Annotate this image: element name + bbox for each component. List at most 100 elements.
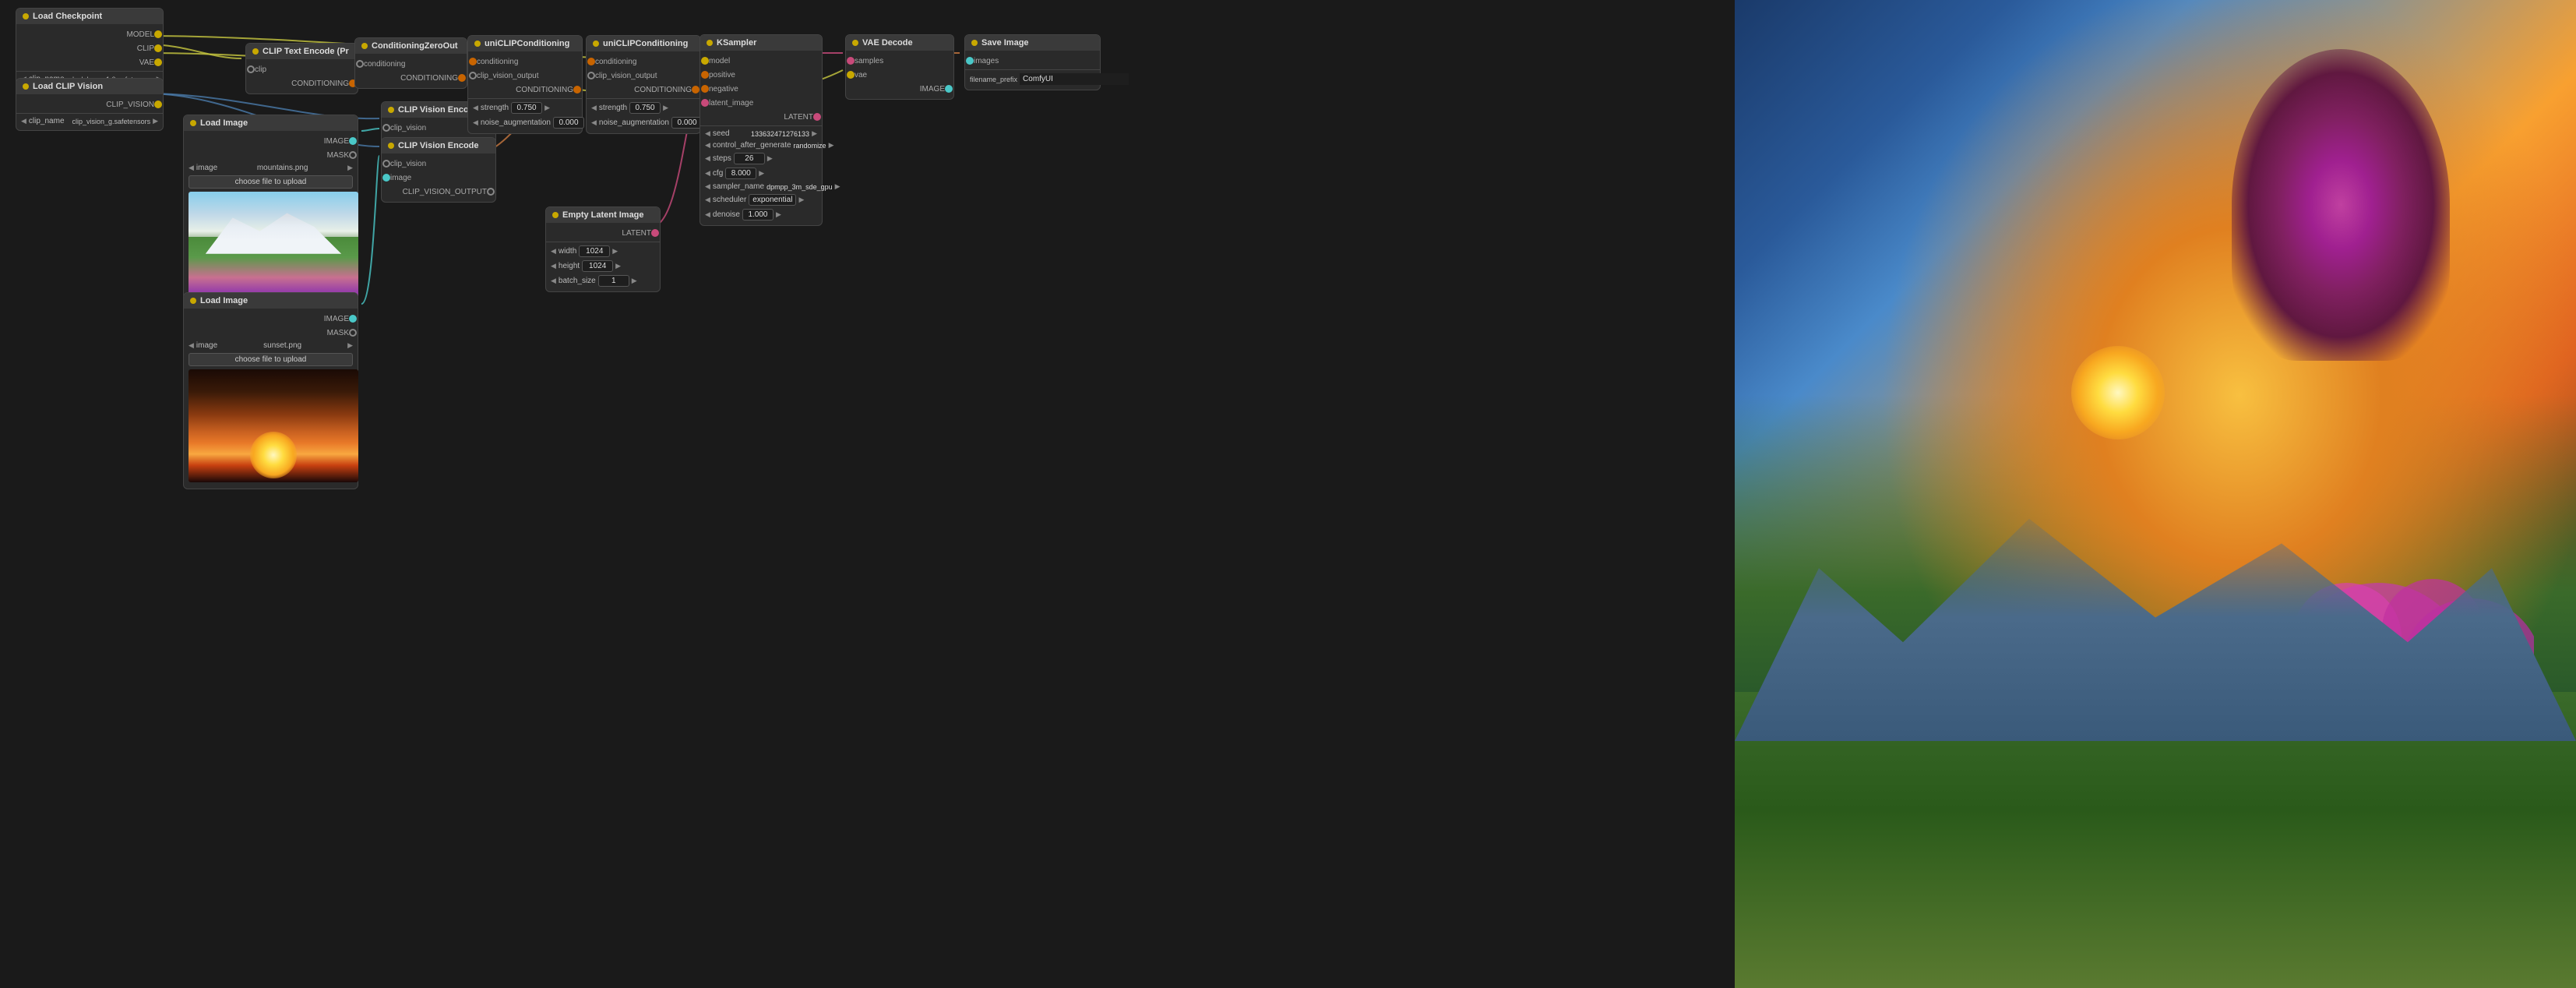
width-left[interactable]: ◀: [551, 247, 556, 256]
cv-left-arrow[interactable]: ◀: [21, 117, 26, 125]
img-s-left-arrow[interactable]: ◀: [189, 341, 194, 350]
node-dot: [707, 40, 713, 46]
filename-prefix-input[interactable]: [1020, 73, 1129, 85]
clip-connector[interactable]: [154, 44, 162, 52]
cve2-clip-connector[interactable]: [382, 160, 390, 168]
batch-value: 1: [598, 275, 629, 287]
ks-latent-connector[interactable]: [701, 99, 709, 107]
width-right[interactable]: ▶: [612, 247, 618, 256]
vd-vae-connector[interactable]: [847, 71, 855, 79]
ks-sampler-row: ◀ sampler_name dpmpp_3m_sde_gpu ▶: [700, 181, 822, 192]
sampler-right[interactable]: ▶: [835, 182, 840, 191]
cve2-output-connector[interactable]: [487, 188, 495, 196]
img-m-output-row: IMAGE: [184, 134, 358, 148]
latent-output-connector[interactable]: [651, 229, 659, 237]
czo-output-connector[interactable]: [458, 74, 466, 82]
denoise-right[interactable]: ▶: [776, 210, 781, 219]
node-dot: [23, 13, 29, 19]
ks-output-connector[interactable]: [813, 113, 821, 121]
vae-connector[interactable]: [154, 58, 162, 66]
uc1-strength-right[interactable]: ▶: [544, 104, 550, 112]
clip-input-connector[interactable]: [247, 65, 255, 73]
uc2-output-connector[interactable]: [692, 86, 700, 94]
sampler-left[interactable]: ◀: [705, 182, 710, 191]
sched-right[interactable]: ▶: [798, 196, 804, 204]
clip-vision-connector[interactable]: [154, 101, 162, 108]
vae-decode-title: VAE Decode: [862, 38, 913, 48]
czo-output-row: CONDITIONING: [355, 71, 467, 85]
img-s-filename: sunset.png: [220, 341, 345, 350]
denoise-label: denoise: [713, 210, 740, 219]
uc1-strength-value: 0.750: [511, 102, 542, 114]
mask-s-label: MASK: [189, 329, 349, 337]
node-dot: [474, 41, 481, 47]
uc1-noise-left[interactable]: ◀: [473, 118, 478, 127]
seed-right[interactable]: ▶: [812, 129, 817, 138]
uc2-noise-left[interactable]: ◀: [591, 118, 597, 127]
clip-label: CLIP: [21, 44, 154, 53]
cve1-clip-connector[interactable]: [382, 124, 390, 132]
uniclip-2-header: uniCLIPConditioning: [587, 36, 700, 51]
choose-file-sunset-btn[interactable]: choose file to upload: [189, 353, 353, 366]
ks-positive-connector[interactable]: [701, 71, 709, 79]
steps-right[interactable]: ▶: [767, 154, 773, 163]
seed-left[interactable]: ◀: [705, 129, 710, 138]
img-m-right-arrow[interactable]: ▶: [347, 164, 353, 172]
uc2-strength-right[interactable]: ▶: [663, 104, 668, 112]
vd-output-connector[interactable]: [945, 85, 953, 93]
height-left[interactable]: ◀: [551, 262, 556, 270]
uc1-cvo-connector[interactable]: [469, 72, 477, 79]
cfg-left[interactable]: ◀: [705, 169, 710, 178]
img-s-connector[interactable]: [349, 315, 357, 323]
batch-left[interactable]: ◀: [551, 277, 556, 285]
ctrl-label: control_after_generate: [713, 141, 791, 150]
img-m-connector[interactable]: [349, 137, 357, 145]
height-right[interactable]: ▶: [615, 262, 621, 270]
model-connector[interactable]: [154, 30, 162, 38]
seed-value: 133632471276133: [732, 130, 809, 138]
mask-m-connector[interactable]: [349, 151, 357, 159]
sched-left[interactable]: ◀: [705, 196, 710, 204]
steps-left[interactable]: ◀: [705, 154, 710, 163]
img-s-right-arrow[interactable]: ▶: [347, 341, 353, 350]
ks-negative-connector[interactable]: [701, 85, 709, 93]
czo-input-connector[interactable]: [356, 60, 364, 68]
conditioning-output-row: CONDITIONING: [246, 76, 358, 90]
img-s-field-label: image: [196, 341, 217, 350]
uniclip-conditioning-2-node: uniCLIPConditioning conditioning clip_vi…: [586, 35, 701, 134]
cve2-img-connector[interactable]: [382, 174, 390, 182]
uc1-cond-connector[interactable]: [469, 58, 477, 65]
si-images-connector[interactable]: [966, 57, 974, 65]
uc1-output-label: CONDITIONING: [473, 86, 573, 94]
si-images-label: images: [974, 57, 1095, 65]
node-dot: [190, 298, 196, 304]
uc1-output-row: CONDITIONING: [468, 83, 582, 97]
mountains-img-content: [189, 192, 358, 305]
vd-samples-connector[interactable]: [847, 57, 855, 65]
ctrl-left[interactable]: ◀: [705, 141, 710, 150]
img-m-left-arrow[interactable]: ◀: [189, 164, 194, 172]
load-image-mountains-header: Load Image: [184, 115, 358, 131]
uc2-cvo-connector[interactable]: [587, 72, 595, 79]
uc2-cvo-input-row: clip_vision_output: [587, 69, 700, 83]
ks-control-row: ◀ control_after_generate randomize ▶: [700, 139, 822, 151]
denoise-left[interactable]: ◀: [705, 210, 710, 219]
uc2-cond-connector[interactable]: [587, 58, 595, 65]
img-s-label: IMAGE: [189, 315, 349, 323]
uc1-output-connector[interactable]: [573, 86, 581, 94]
cfg-right[interactable]: ▶: [759, 169, 764, 178]
uc2-strength-left[interactable]: ◀: [591, 104, 597, 112]
ks-output-label: LATENT: [705, 113, 813, 122]
choose-file-mountains-btn[interactable]: choose file to upload: [189, 175, 353, 189]
mask-m-label: MASK: [189, 151, 349, 160]
cv-right-arrow[interactable]: ▶: [153, 117, 158, 125]
mask-s-connector[interactable]: [349, 329, 357, 337]
uc2-output-row: CONDITIONING: [587, 83, 700, 97]
ctrl-right[interactable]: ▶: [829, 141, 834, 150]
sampler-value: dpmpp_3m_sde_gpu: [766, 183, 833, 191]
batch-right[interactable]: ▶: [632, 277, 637, 285]
sched-value: exponential: [749, 194, 796, 206]
clip-vision-encode-1-title: CLIP Vision Encode: [398, 105, 479, 115]
uc1-strength-left[interactable]: ◀: [473, 104, 478, 112]
ks-model-connector[interactable]: [701, 57, 709, 65]
